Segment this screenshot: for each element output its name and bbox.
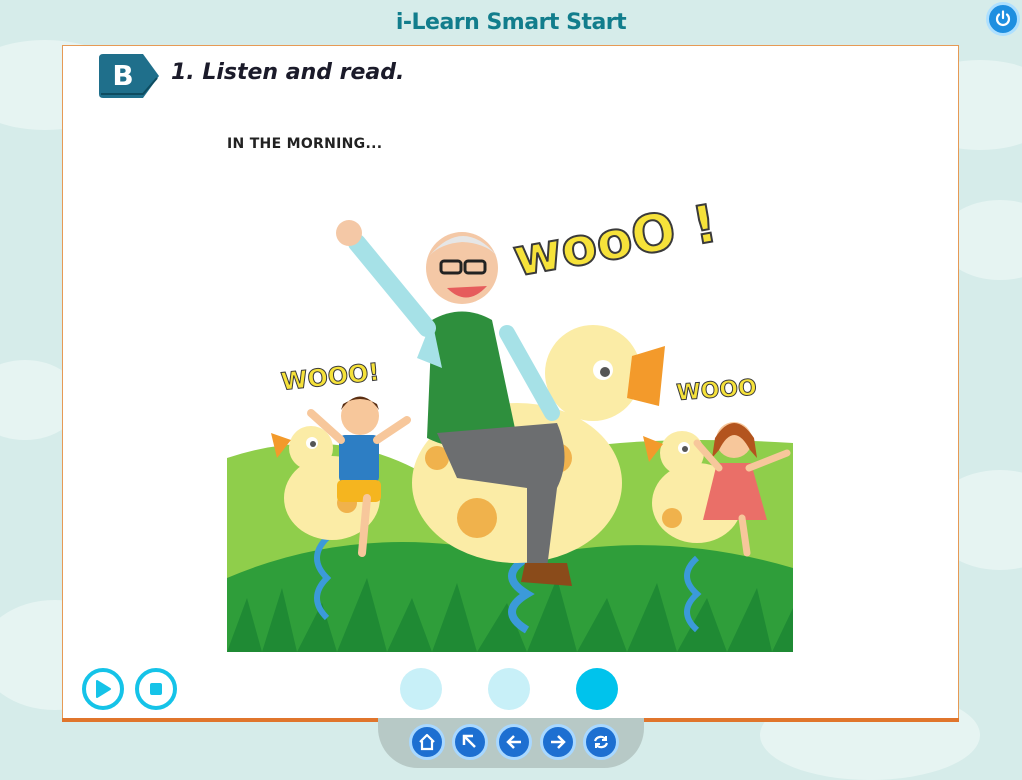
previous-button[interactable]: [496, 724, 532, 760]
arrow-left-icon: [506, 735, 521, 749]
shout-main-text: wooO !: [509, 194, 722, 289]
app-title: i-Learn Smart Start: [395, 10, 627, 35]
power-button[interactable]: [986, 2, 1020, 36]
stop-icon: [150, 683, 162, 695]
story-illustration: wooO ! WOOO! WOOO: [227, 193, 793, 652]
home-icon: [419, 733, 435, 751]
page-dot[interactable]: [400, 668, 442, 710]
power-icon: [995, 10, 1011, 26]
next-button[interactable]: [540, 724, 576, 760]
play-icon: [96, 680, 111, 698]
story-caption: IN THE MORNING...: [227, 136, 383, 152]
instruction-text: 1. Listen and read.: [171, 60, 405, 85]
arrow-up-left-icon: [462, 734, 476, 748]
page-dot-active[interactable]: [576, 668, 618, 710]
shout-left-text: WOOO!: [280, 358, 381, 396]
stop-button[interactable]: [135, 668, 177, 710]
home-button[interactable]: [409, 724, 445, 760]
refresh-icon: [593, 735, 609, 749]
play-button[interactable]: [82, 668, 124, 710]
replay-button[interactable]: [583, 724, 619, 760]
back-to-menu-button[interactable]: [452, 724, 488, 760]
arrow-right-icon: [551, 735, 566, 749]
lesson-page: B 1. Listen and read. IN THE MORNING...: [62, 45, 959, 721]
page-dot[interactable]: [488, 668, 530, 710]
section-letter: B: [112, 59, 134, 92]
shout-right-text: WOOO: [676, 375, 758, 406]
